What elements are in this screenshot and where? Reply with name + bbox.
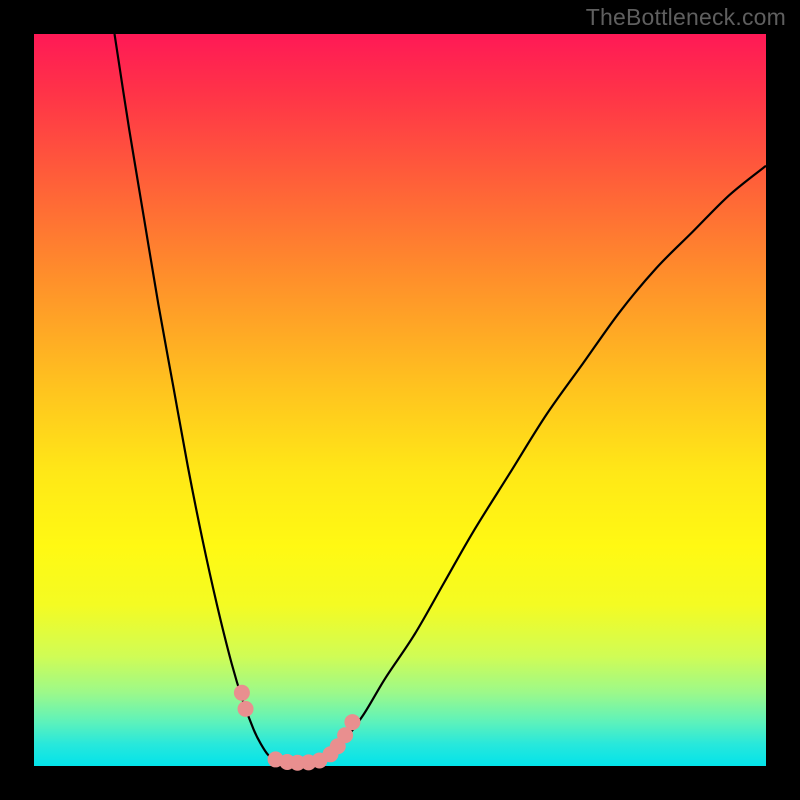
curve-marker <box>234 685 250 701</box>
watermark-text: TheBottleneck.com <box>586 4 786 31</box>
curve-svg <box>34 34 766 766</box>
chart-frame: TheBottleneck.com <box>0 0 800 800</box>
plot-area <box>34 34 766 766</box>
curve-marker <box>344 714 360 730</box>
curve-marker <box>238 701 254 717</box>
bottleneck-curve <box>115 34 766 763</box>
